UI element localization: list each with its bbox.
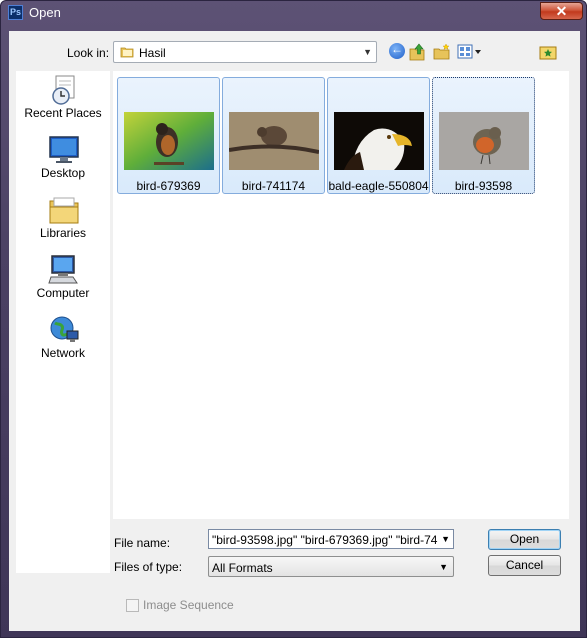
dialog-frame: Ps Open ✕ Look in: Hasil ▼ ← Recent Plac… — [0, 0, 587, 638]
libraries-icon — [49, 197, 79, 224]
place-recent-places[interactable]: Recent Places — [16, 73, 110, 131]
back-icon[interactable] — [389, 42, 405, 59]
chevron-down-icon[interactable]: ▼ — [441, 534, 450, 544]
file-tile-bird-93598[interactable]: bird-93598 — [432, 77, 535, 194]
file-tile-bird-741174[interactable]: bird-741174 — [222, 77, 325, 194]
open-button[interactable]: Open — [488, 529, 561, 550]
file-tile-bald-eagle-550804[interactable]: bald-eagle-550804 — [327, 77, 430, 194]
place-label: Libraries — [39, 226, 87, 240]
place-libraries[interactable]: Libraries — [16, 193, 110, 251]
place-label: Network — [40, 346, 85, 360]
file-name-value: "bird-93598.jpg" "bird-679369.jpg" "bird… — [212, 533, 438, 547]
network-icon — [50, 316, 79, 342]
image-sequence-label: Image Sequence — [143, 598, 234, 612]
photoshop-app-icon: Ps — [8, 5, 23, 20]
place-desktop[interactable]: Desktop — [16, 133, 110, 191]
title-bar[interactable]: Ps Open ✕ — [1, 1, 587, 25]
up-folder-icon[interactable] — [409, 43, 425, 61]
thumbnail-image — [229, 112, 319, 170]
cancel-button[interactable]: Cancel — [488, 555, 561, 576]
views-menu-icon[interactable] — [457, 43, 483, 61]
file-name-field[interactable]: "bird-93598.jpg" "bird-679369.jpg" "bird… — [208, 529, 454, 549]
place-computer[interactable]: Computer — [16, 253, 110, 311]
dialog-client: Look in: Hasil ▼ ← Recent Places Desktop… — [9, 31, 580, 631]
folder-icon — [120, 47, 134, 58]
files-of-type-label: Files of type: — [114, 560, 183, 574]
look-in-dropdown[interactable]: Hasil ▼ — [113, 41, 377, 63]
file-name-label: bald-eagle-550804 — [328, 179, 429, 193]
window-title: Open — [29, 5, 61, 20]
desktop-icon — [49, 136, 79, 163]
desktop-shortcut-icon[interactable] — [539, 43, 557, 61]
computer-icon — [48, 255, 78, 284]
place-label: Desktop — [40, 166, 86, 180]
new-folder-icon[interactable] — [433, 43, 451, 61]
file-list-view[interactable]: bird-679369 bird-741174 bald-eagle-55080… — [113, 71, 569, 519]
chevron-down-icon: ▼ — [439, 562, 448, 572]
files-of-type-dropdown[interactable]: All Formats ▼ — [208, 556, 454, 577]
look-in-label: Look in: — [67, 46, 110, 60]
image-sequence-checkbox — [126, 599, 139, 612]
file-name-label: bird-679369 — [136, 179, 201, 193]
close-button[interactable]: ✕ — [540, 2, 583, 20]
chevron-down-icon: ▼ — [363, 47, 372, 57]
recent-places-icon — [52, 75, 75, 105]
thumbnail-image — [334, 112, 424, 170]
file-name-label: bird-741174 — [241, 179, 306, 193]
look-in-value: Hasil — [139, 46, 166, 60]
place-label: Recent Places — [24, 106, 102, 120]
thumbnail-image — [439, 112, 529, 170]
file-tile-bird-679369[interactable]: bird-679369 — [117, 77, 220, 194]
files-of-type-value: All Formats — [212, 561, 273, 575]
place-label: Computer — [36, 286, 90, 300]
file-name-label: File name: — [114, 536, 171, 550]
thumbnail-image — [124, 112, 214, 170]
place-network[interactable]: Network — [16, 313, 110, 371]
places-bar: Recent Places Desktop Libraries Computer… — [16, 71, 110, 573]
file-name-label: bird-93598 — [454, 179, 513, 193]
